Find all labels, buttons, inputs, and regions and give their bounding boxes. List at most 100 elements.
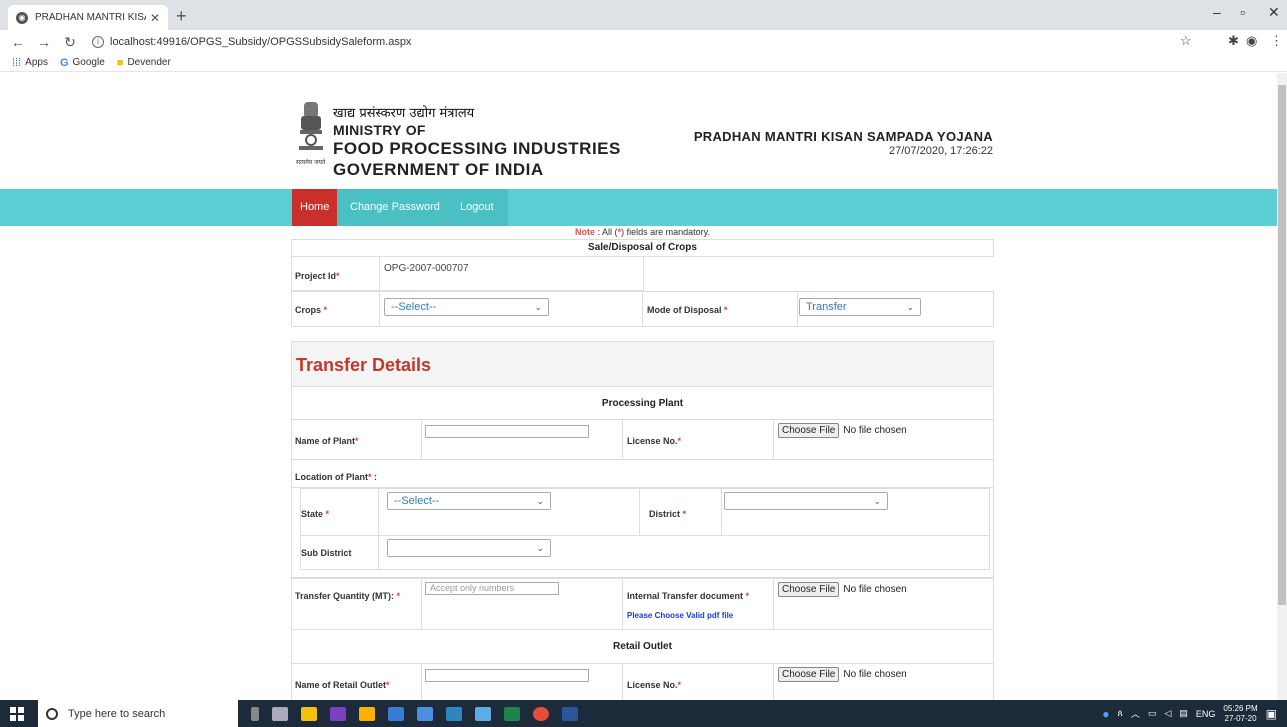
file-explorer-icon[interactable] [301, 706, 317, 721]
restore-icon[interactable]: ▫ [1240, 4, 1245, 20]
help-icon[interactable]: ● [1102, 707, 1109, 721]
new-tab-icon[interactable]: + [176, 6, 187, 27]
menu-icon[interactable]: ⋮ [1270, 33, 1283, 49]
choose-file-button[interactable]: Choose File [778, 423, 840, 438]
windows-taskbar: Type here to search ● ጰ ︿ ▭ ◁ ▤ ENG 05:2… [0, 700, 1287, 727]
transfer-quantity-input[interactable]: Accept only numbers [425, 582, 559, 595]
internal-doc-file-input[interactable]: Choose File No file chosen [778, 582, 907, 597]
back-icon[interactable]: ← [10, 34, 26, 50]
app-icon[interactable] [417, 706, 433, 721]
people-icon[interactable]: ጰ [1118, 708, 1123, 719]
name-of-plant-input[interactable] [425, 425, 589, 438]
crops-selected-value: --Select-- [391, 301, 437, 313]
notifications-icon[interactable]: ▣ [1266, 707, 1277, 721]
sub-district-select[interactable]: ⌄ [387, 539, 551, 557]
project-id-label: Project Id* [295, 271, 340, 281]
district-select[interactable]: ⌄ [724, 492, 888, 510]
paint-icon[interactable] [359, 706, 375, 721]
crops-select[interactable]: --Select-- ⌄ [384, 298, 549, 316]
folder-icon: ■ [116, 56, 124, 69]
required-star: * [677, 436, 682, 446]
ministry-line-2: FOOD PROCESSING INDUSTRIES [333, 139, 621, 158]
close-tab-icon[interactable]: ✕ [150, 11, 160, 25]
task-view-icon[interactable] [272, 706, 288, 721]
language-indicator[interactable]: ENG [1196, 709, 1216, 719]
choose-file-button[interactable]: Choose File [778, 667, 840, 682]
browser-tab[interactable]: ◉ PRADHAN MANTRI KISAN SAMP ✕ [8, 5, 168, 30]
state-select[interactable]: --Select-- ⌄ [387, 492, 551, 510]
globe-icon: ◉ [16, 11, 28, 24]
district-label: District * [649, 509, 686, 519]
internal-doc-label-text: Internal Transfer document [627, 591, 746, 601]
clock[interactable]: 05:26 PM 27-07-20 [1223, 704, 1257, 724]
clock-time: 05:26 PM [1223, 703, 1258, 713]
divider [421, 664, 422, 700]
app-icon[interactable] [475, 706, 491, 721]
system-tray: ● ጰ ︿ ▭ ◁ ▤ ENG 05:26 PM 27-07-20 ▣ [1094, 700, 1277, 727]
retail-outlet-name-row: Name of Retail Outlet* License No.* Choo… [291, 664, 994, 700]
address-bar[interactable]: i localhost:49916/OPGS_Subsidy/OPGSSubsi… [92, 36, 411, 48]
divider [378, 489, 379, 535]
page-scrollbar-thumb[interactable] [1278, 85, 1286, 605]
divider [773, 579, 774, 629]
location-label-row: Location of Plant* : [291, 460, 994, 488]
required-star: * [682, 509, 687, 519]
mode-of-disposal-select[interactable]: Transfer ⌄ [799, 298, 921, 316]
reload-icon[interactable]: ↻ [62, 34, 78, 51]
chevron-up-icon[interactable]: ︿ [1131, 707, 1140, 720]
scheme-block: PRADHAN MANTRI KISAN SAMPADA YOJANA 27/0… [694, 129, 993, 157]
name-of-retail-outlet-input[interactable] [425, 669, 589, 682]
crops-label: Crops * [295, 305, 327, 315]
keyboard-icon[interactable]: ▤ [1179, 708, 1188, 719]
nav-change-password[interactable]: Change Password [342, 189, 448, 226]
divider [378, 536, 379, 569]
location-of-plant-label: Location of Plant* : [295, 472, 377, 482]
excel-icon[interactable] [504, 706, 520, 721]
divider [379, 292, 380, 326]
chrome-icon[interactable] [533, 706, 549, 721]
license-label-text: License No. [627, 680, 678, 690]
network-icon[interactable]: ▭ [1148, 708, 1157, 719]
required-star: * [355, 436, 359, 446]
profile-icon[interactable]: ◉ [1246, 33, 1257, 49]
mandatory-note: Note : All (*) fields are mandatory. [291, 226, 994, 239]
nav-logout[interactable]: Logout [452, 189, 502, 226]
ministry-hindi-title: खाद्य प्रसंस्करण उद्योग मंत्रालय [333, 106, 475, 121]
windows-start-icon[interactable] [10, 706, 24, 721]
visual-studio-icon[interactable] [330, 706, 346, 721]
forward-icon[interactable]: → [36, 34, 52, 50]
chevron-down-icon: ⌄ [534, 302, 542, 312]
required-star: * [396, 591, 401, 601]
bookmark-label: Apps [25, 57, 48, 68]
divider [421, 420, 422, 459]
taskbar-search[interactable]: Type here to search [38, 700, 238, 727]
mode-selected-value: Transfer [806, 301, 847, 313]
tab-title: PRADHAN MANTRI KISAN SAMP [35, 12, 146, 23]
extensions-icon[interactable]: ✱ [1228, 33, 1239, 49]
bookmark-apps[interactable]: ⁞⁞⁞ Apps [12, 57, 48, 69]
minimize-icon[interactable]: – [1213, 4, 1221, 20]
choose-file-button[interactable]: Choose File [778, 582, 840, 597]
processing-plant-title: Processing Plant [601, 398, 684, 409]
info-icon[interactable]: i [92, 36, 104, 48]
bookmark-devender[interactable]: ■ Devender [117, 57, 171, 69]
word-icon[interactable] [562, 706, 578, 721]
calculator-icon[interactable] [388, 706, 404, 721]
microphone-icon[interactable] [251, 706, 259, 721]
license-file-input[interactable]: Choose File No file chosen [778, 423, 907, 438]
app-icon[interactable] [446, 706, 462, 721]
mode-label-text: Mode of Disposal [647, 305, 725, 315]
star-icon[interactable]: ☆ [1180, 33, 1192, 49]
state-label: State * [301, 509, 329, 519]
nav-home[interactable]: Home [292, 189, 338, 226]
bookmark-google[interactable]: G Google [60, 57, 105, 69]
retail-license-file-input[interactable]: Choose File No file chosen [778, 667, 907, 682]
main-nav: Home Change Password Logout [0, 189, 1277, 226]
divider [639, 489, 640, 535]
note-prefix: Note [575, 227, 596, 237]
volume-icon[interactable]: ◁ [1164, 708, 1171, 719]
page-content: सत्यमेव जयते खाद्य प्रसंस्करण उद्योग मंत… [0, 73, 1287, 700]
close-window-icon[interactable]: ✕ [1268, 4, 1280, 21]
required-star: * [386, 680, 390, 690]
